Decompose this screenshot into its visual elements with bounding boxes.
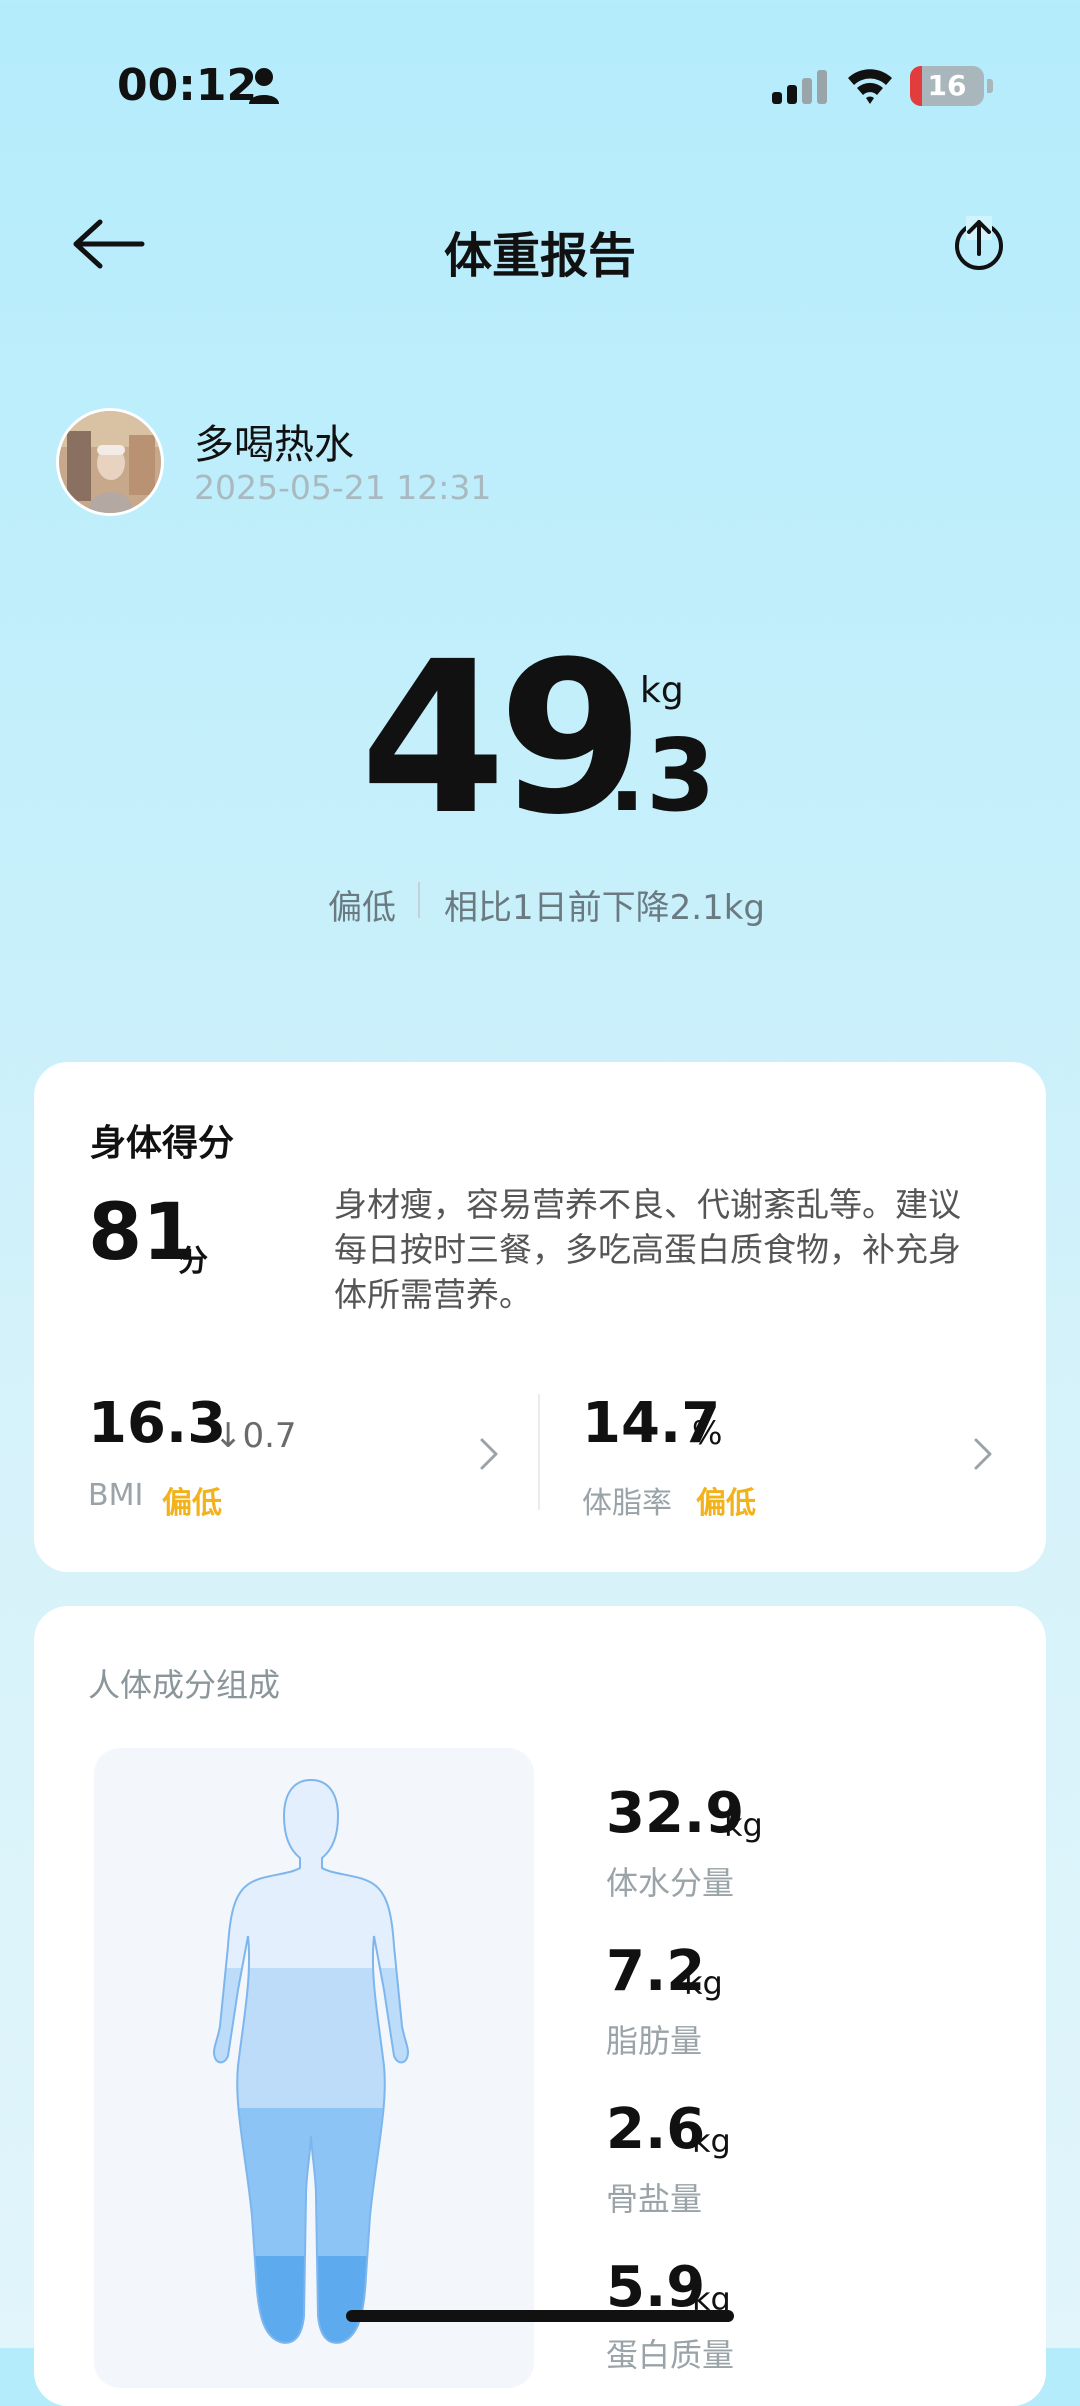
body-score-unit: 分	[178, 1244, 208, 1279]
fat-mass-label: 脂肪量	[606, 2022, 703, 2060]
bmi-label: BMI	[88, 1478, 144, 1513]
wifi-icon	[848, 69, 892, 104]
status-time: 00:12	[117, 60, 258, 111]
user-name: 多喝热水	[194, 422, 354, 468]
protein-label: 蛋白质量	[606, 2336, 735, 2374]
person-icon	[249, 68, 279, 104]
measure-datetime: 2025-05-21 12:31	[194, 468, 492, 507]
avatar[interactable]	[56, 408, 164, 516]
avatar-photo	[59, 411, 161, 513]
fat-mass-unit: kg	[684, 1964, 723, 2002]
chevron-right-icon[interactable]	[972, 1436, 994, 1472]
body-fat-unit: %	[692, 1414, 723, 1452]
weight-change: 相比1日前下降2.1kg	[444, 888, 765, 928]
battery-indicator: 16	[910, 66, 993, 106]
water-label: 体水分量	[606, 1864, 735, 1902]
weight-integer: 49	[360, 616, 644, 861]
weight-unit: kg	[640, 670, 684, 711]
divider	[538, 1394, 540, 1510]
divider	[418, 882, 420, 918]
water-unit: kg	[724, 1806, 763, 1844]
battery-level: 16	[927, 69, 967, 102]
body-fat-status: 偏低	[696, 1486, 756, 1521]
bone-mineral-label: 骨盐量	[606, 2180, 703, 2218]
page-title: 体重报告	[443, 228, 636, 284]
bone-mineral-unit: kg	[692, 2122, 731, 2160]
body-silhouette-icon	[212, 1778, 410, 2344]
bmi-change: ↓0.7	[214, 1416, 297, 1456]
body-score-label: 身体得分	[90, 1123, 235, 1164]
bone-mineral-value: 2.6	[606, 2097, 706, 2162]
body-fat-label: 体脂率	[582, 1486, 672, 1521]
share-button[interactable]	[952, 214, 1006, 274]
weight-decimal: .3	[608, 717, 716, 834]
chevron-right-icon[interactable]	[478, 1436, 500, 1472]
protein-value: 5.9	[606, 2255, 706, 2320]
weight-status: 偏低	[328, 888, 396, 928]
bmi-value[interactable]: 16.3	[88, 1396, 226, 1452]
bmi-status: 偏低	[162, 1486, 222, 1521]
signal-icon	[772, 70, 827, 104]
composition-title: 人体成分组成	[88, 1666, 281, 1704]
body-score-description: 身材瘦，容易营养不良、代谢紊乱等。建议每日按时三餐，多吃高蛋白质食物，补充身体所…	[334, 1185, 961, 1314]
home-indicator[interactable]	[346, 2310, 734, 2322]
